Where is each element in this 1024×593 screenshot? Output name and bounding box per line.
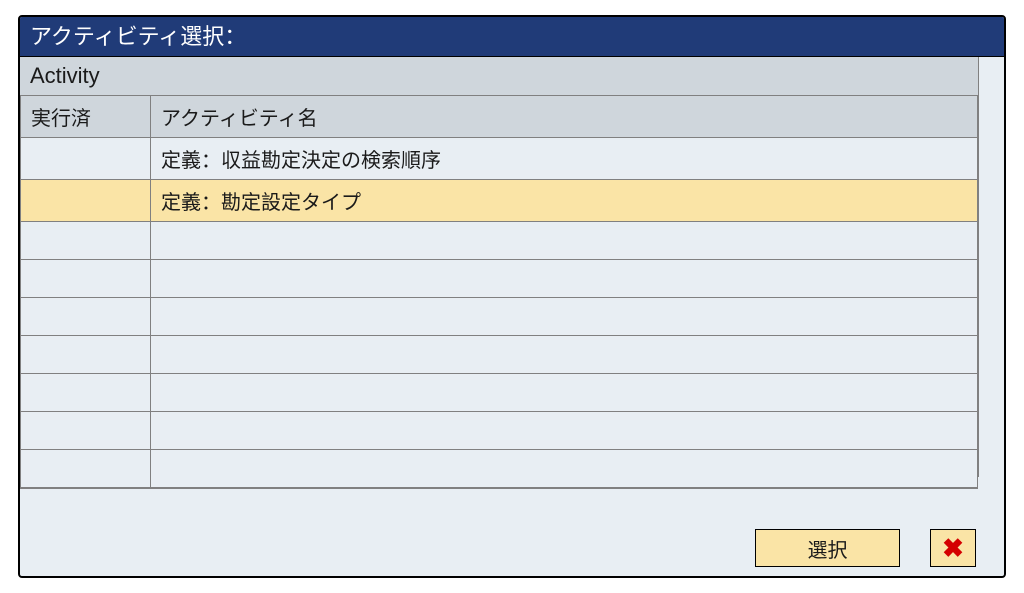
table-row[interactable] <box>21 450 978 488</box>
table-row[interactable] <box>21 222 978 260</box>
cell-activity-name[interactable] <box>151 222 978 260</box>
cell-executed[interactable] <box>21 222 151 260</box>
cell-executed[interactable] <box>21 374 151 412</box>
col-header-executed[interactable]: 実行済 <box>21 96 151 138</box>
dialog-footer: 選択 ✖ <box>20 488 978 578</box>
table-row[interactable] <box>21 336 978 374</box>
cell-activity-name[interactable] <box>151 450 978 488</box>
cell-executed[interactable] <box>21 450 151 488</box>
cell-executed[interactable] <box>21 180 151 222</box>
cell-activity-name[interactable]: 定義：勘定設定タイプ <box>151 180 978 222</box>
cell-activity-name[interactable] <box>151 412 978 450</box>
table-header-row: 実行済 アクティビティ名 <box>21 96 978 138</box>
section-header: Activity <box>20 57 978 96</box>
select-button[interactable]: 選択 <box>755 529 900 567</box>
cell-executed[interactable] <box>21 260 151 298</box>
table-area: Activity 実行済 アクティビティ名 定義：収益勘定決定の検索順序定義：勘… <box>20 57 978 578</box>
dialog-title: アクティビティ選択： <box>20 17 1004 57</box>
cell-executed[interactable] <box>21 336 151 374</box>
table-row[interactable]: 定義：勘定設定タイプ <box>21 180 978 222</box>
close-icon: ✖ <box>942 535 964 561</box>
cell-executed[interactable] <box>21 412 151 450</box>
activity-table: 実行済 アクティビティ名 定義：収益勘定決定の検索順序定義：勘定設定タイプ <box>20 96 978 488</box>
close-button[interactable]: ✖ <box>930 529 976 567</box>
table-row[interactable] <box>21 374 978 412</box>
vertical-scrollbar[interactable] <box>978 57 1004 477</box>
cell-activity-name[interactable] <box>151 336 978 374</box>
cell-activity-name[interactable] <box>151 260 978 298</box>
cell-activity-name[interactable] <box>151 298 978 336</box>
activity-select-dialog: アクティビティ選択： Activity 実行済 アクティビティ名 定義：収益勘定… <box>18 15 1006 578</box>
dialog-body: Activity 実行済 アクティビティ名 定義：収益勘定決定の検索順序定義：勘… <box>20 57 1004 578</box>
table-row[interactable]: 定義：収益勘定決定の検索順序 <box>21 138 978 180</box>
table-row[interactable] <box>21 298 978 336</box>
cell-executed[interactable] <box>21 298 151 336</box>
table-row[interactable] <box>21 260 978 298</box>
table-row[interactable] <box>21 412 978 450</box>
cell-activity-name[interactable] <box>151 374 978 412</box>
cell-activity-name[interactable]: 定義：収益勘定決定の検索順序 <box>151 138 978 180</box>
col-header-name[interactable]: アクティビティ名 <box>151 96 978 138</box>
cell-executed[interactable] <box>21 138 151 180</box>
